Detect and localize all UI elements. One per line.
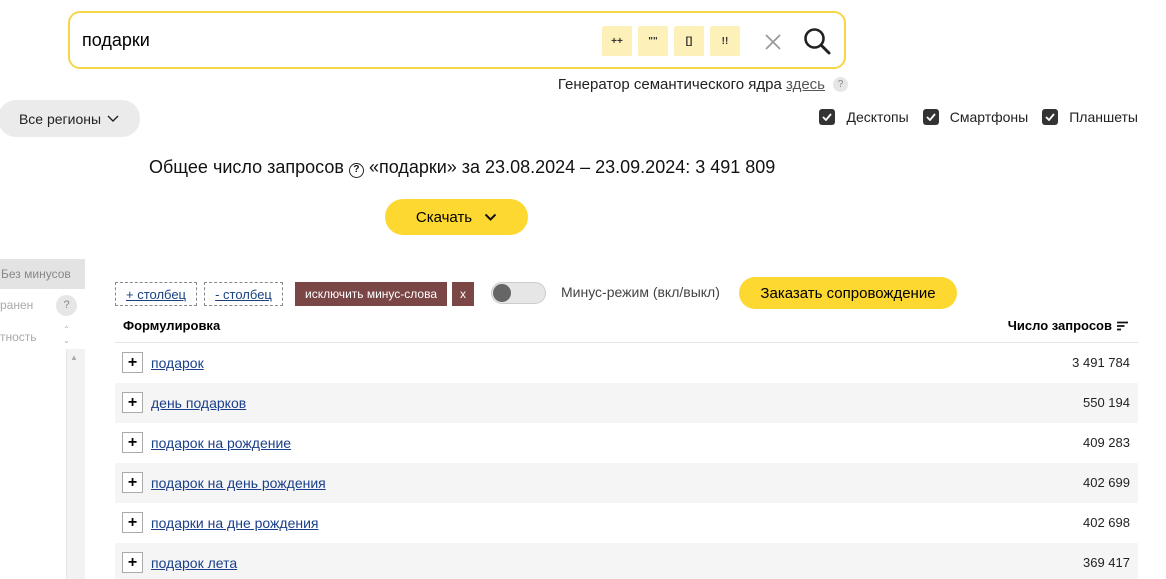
- device-desktop-label: Десктопы: [846, 109, 909, 125]
- plus-icon[interactable]: +: [122, 392, 143, 413]
- left-panel-tab[interactable]: Без минусов: [0, 259, 85, 289]
- semantic-core-text: Генератор семантического ядра: [557, 76, 782, 93]
- close-icon[interactable]: [760, 29, 786, 55]
- query-count: 369 417: [1083, 555, 1130, 570]
- search-icon[interactable]: [802, 26, 832, 56]
- total-queries-prefix: Общее число запросов: [149, 157, 344, 177]
- sort-icon: [1117, 321, 1128, 330]
- device-smartphone[interactable]: Смартфоны: [922, 109, 1029, 125]
- operator-exclamation-button[interactable]: !!: [710, 26, 740, 56]
- download-label: Скачать: [415, 208, 473, 226]
- order-support-button[interactable]: Заказать сопровождение: [739, 277, 957, 309]
- chevron-down-icon: [107, 115, 119, 122]
- phrase-link[interactable]: подарки на дне рождения: [151, 515, 319, 531]
- operator-quotes-button[interactable]: "": [638, 26, 668, 56]
- plus-icon[interactable]: +: [122, 472, 143, 493]
- search-input[interactable]: [82, 27, 582, 53]
- phrase-link[interactable]: подарок: [151, 355, 204, 371]
- left-panel-row-saved-label: ранен: [0, 298, 34, 312]
- add-column-button[interactable]: + столбец: [115, 282, 197, 306]
- question-icon[interactable]: ?: [348, 163, 364, 178]
- minus-mode-label: Минус-режим (вкл/выкл): [561, 284, 720, 300]
- left-panel-row-saved: ранен ?: [0, 289, 85, 321]
- remove-column-button[interactable]: - столбец: [204, 282, 283, 306]
- search-box: ++ "" [] !!: [68, 11, 846, 69]
- chevron-down-icon: [484, 213, 497, 221]
- sort-arrows-icon[interactable]: ⌃ ⌄: [63, 324, 70, 346]
- table-row: + подарки на дне рождения 402 698: [115, 503, 1138, 543]
- semantic-core-link[interactable]: здесь: [786, 76, 825, 93]
- phrase-link[interactable]: день подарков: [151, 395, 246, 411]
- query-count: 402 698: [1083, 515, 1130, 530]
- exclude-close-button[interactable]: x: [452, 282, 474, 306]
- plus-icon[interactable]: +: [122, 512, 143, 533]
- column-header-count-label: Число запросов: [1007, 318, 1112, 333]
- phrase-link[interactable]: подарок лета: [151, 555, 237, 571]
- total-queries-value: «подарки» за 23.08.2024 – 23.09.2024: 3 …: [368, 157, 776, 177]
- total-queries: Общее число запросов ? «подарки» за 23.0…: [149, 157, 775, 178]
- column-header-phrase[interactable]: Формулировка: [123, 318, 220, 333]
- query-count: 409 283: [1083, 435, 1130, 450]
- left-panel-row-frequency-label: тность: [0, 330, 37, 344]
- add-column-label: + столбец: [125, 286, 187, 302]
- table-row: + подарок на день рождения 402 699: [115, 463, 1138, 503]
- phrase-link[interactable]: подарок на рождение: [151, 435, 291, 451]
- exclude-minus-words-button[interactable]: исключить минус-слова: [295, 282, 447, 306]
- device-tablet-label: Планшеты: [1069, 109, 1138, 125]
- minus-mode-toggle[interactable]: [491, 282, 546, 304]
- phrase-link[interactable]: подарок на день рождения: [151, 475, 326, 491]
- help-icon[interactable]: ?: [56, 295, 77, 316]
- table-row: + подарок лета 369 417: [115, 543, 1138, 579]
- device-filters: Десктопы Смартфоны Планшеты: [819, 109, 1138, 125]
- help-icon[interactable]: ?: [833, 77, 848, 92]
- scrollbar[interactable]: ▲: [66, 349, 85, 579]
- checkbox-checked-icon[interactable]: [922, 109, 939, 125]
- download-button[interactable]: Скачать: [385, 199, 528, 235]
- region-dropdown[interactable]: Все регионы: [0, 100, 140, 137]
- plus-icon[interactable]: +: [122, 432, 143, 453]
- device-desktop[interactable]: Десктопы: [819, 109, 909, 125]
- query-count: 550 194: [1083, 395, 1130, 410]
- table-row: + подарок 3 491 784: [115, 343, 1138, 383]
- checkbox-checked-icon[interactable]: [819, 109, 836, 125]
- scroll-up-icon[interactable]: ▲: [70, 353, 78, 362]
- results-table: Формулировка Число запросов + подарок 3 …: [115, 311, 1138, 579]
- checkbox-checked-icon[interactable]: [1042, 109, 1059, 125]
- operator-plus-button[interactable]: ++: [602, 26, 632, 56]
- operator-brackets-button[interactable]: []: [674, 26, 704, 56]
- query-count: 402 699: [1083, 475, 1130, 490]
- left-panel: Без минусов ранен ? тность ⌃ ⌄ ▲: [0, 259, 85, 579]
- query-count: 3 491 784: [1072, 355, 1130, 370]
- table-row: + день подарков 550 194: [115, 383, 1138, 423]
- toggle-knob: [493, 284, 511, 302]
- table-header: Формулировка Число запросов: [115, 311, 1138, 343]
- device-smartphone-label: Смартфоны: [949, 109, 1029, 125]
- semantic-core-line: Генератор семантического ядра здесь?: [558, 76, 848, 93]
- region-label: Все регионы: [18, 110, 102, 127]
- plus-icon[interactable]: +: [122, 552, 143, 573]
- remove-column-label: - столбец: [215, 286, 272, 302]
- column-header-count[interactable]: Число запросов: [1008, 318, 1128, 333]
- plus-icon[interactable]: +: [122, 352, 143, 373]
- table-row: + подарок на рождение 409 283: [115, 423, 1138, 463]
- device-tablet[interactable]: Планшеты: [1042, 109, 1138, 125]
